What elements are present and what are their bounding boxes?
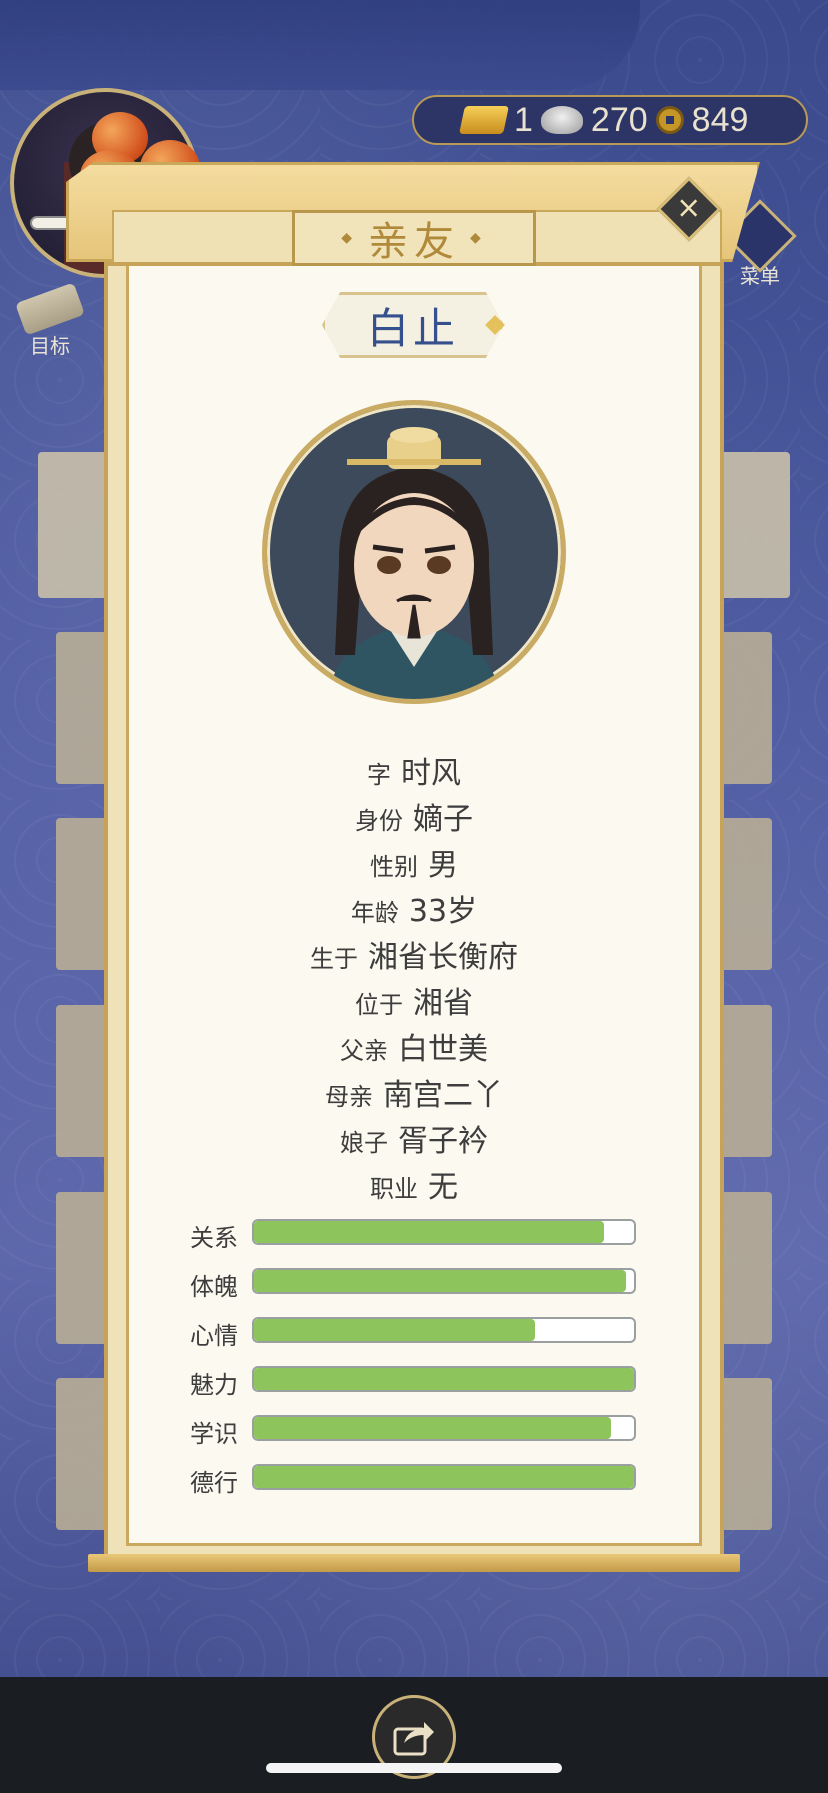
stat-bar: [252, 1366, 636, 1392]
top-decoration: [0, 0, 640, 90]
stat-bar: [252, 1415, 636, 1441]
info-key: 职业: [370, 1175, 418, 1203]
relative-portrait: [262, 400, 566, 704]
info-row: 位于 湘省: [200, 978, 628, 1022]
stat-bar: [252, 1219, 636, 1245]
modal-title: ◆ 亲友 ◆: [292, 210, 536, 266]
info-row: 年龄 33岁: [200, 886, 628, 930]
stat-label: 学识: [190, 1420, 238, 1448]
stat-fill: [254, 1368, 634, 1390]
info-row: 性别男: [200, 840, 628, 884]
info-value: 无: [428, 1170, 458, 1205]
goal-button-label: 目标: [30, 334, 70, 358]
currency-bar: 1 270 849: [412, 95, 808, 145]
info-key: 娘子: [340, 1129, 388, 1157]
close-icon: ×: [676, 190, 702, 226]
info-key: 生于: [310, 945, 358, 973]
stat-label: 德行: [190, 1469, 238, 1497]
info-key: 母亲: [325, 1083, 373, 1111]
home-indicator: [266, 1763, 562, 1773]
relative-name: 白止: [366, 303, 459, 353]
info-row: 生于 湘省长衡府: [200, 932, 628, 976]
scholar-portrait-icon: [327, 427, 501, 699]
silver-count: 270: [590, 100, 648, 139]
stat-fill: [254, 1417, 612, 1439]
info-value: 男: [428, 848, 458, 883]
stat-bar: [252, 1268, 636, 1294]
info-row: 字时风: [200, 748, 628, 792]
info-row: 父亲 白世美: [200, 1024, 628, 1068]
info-value: 湘省长衡府: [368, 940, 518, 975]
stat-fill: [254, 1221, 604, 1243]
gold-count: 1: [514, 100, 533, 139]
info-value: 湘省: [413, 986, 473, 1021]
info-key: 父亲: [340, 1037, 388, 1065]
info-key: 年龄: [350, 899, 399, 927]
goal-button[interactable]: 目标: [10, 282, 90, 364]
info-value: 胥子衿: [398, 1124, 488, 1159]
info-row: 娘子 胥子衿: [200, 1116, 628, 1160]
stat-fill: [254, 1270, 627, 1292]
silver-ingot-icon: [540, 106, 583, 134]
modal-title-text: 亲友: [368, 219, 460, 265]
stat-fill: [254, 1466, 634, 1488]
stat-bar: [252, 1464, 636, 1490]
info-value: 时风: [401, 756, 461, 791]
info-row: 身份 嫡子: [200, 794, 628, 838]
stat-label: 关系: [190, 1224, 238, 1252]
info-key: 位于: [355, 991, 403, 1019]
stat-label: 魅力: [190, 1371, 238, 1399]
stat-label: 心情: [190, 1322, 238, 1350]
info-value: 33岁: [408, 894, 478, 929]
gold-ingot-icon: [459, 106, 509, 134]
info-value: 南宫二丫: [383, 1078, 503, 1113]
info-value: 白世美: [398, 1032, 488, 1067]
name-plate: 白止: [322, 292, 504, 358]
stat-fill: [254, 1319, 536, 1341]
info-row: 母亲 南宫二丫: [200, 1070, 628, 1114]
info-row: 职业无: [200, 1162, 628, 1206]
info-key: 身份: [355, 807, 403, 835]
copper-count: 849: [691, 100, 749, 139]
info-value: 嫡子: [413, 802, 473, 837]
info-key: 字: [367, 761, 391, 789]
stat-label: 体魄: [190, 1273, 238, 1301]
copper-coin-icon: [655, 106, 684, 134]
panel-base-rod: [88, 1554, 740, 1572]
info-key: 性别: [370, 853, 418, 881]
share-icon: [393, 1722, 434, 1756]
stat-bar: [252, 1317, 636, 1343]
